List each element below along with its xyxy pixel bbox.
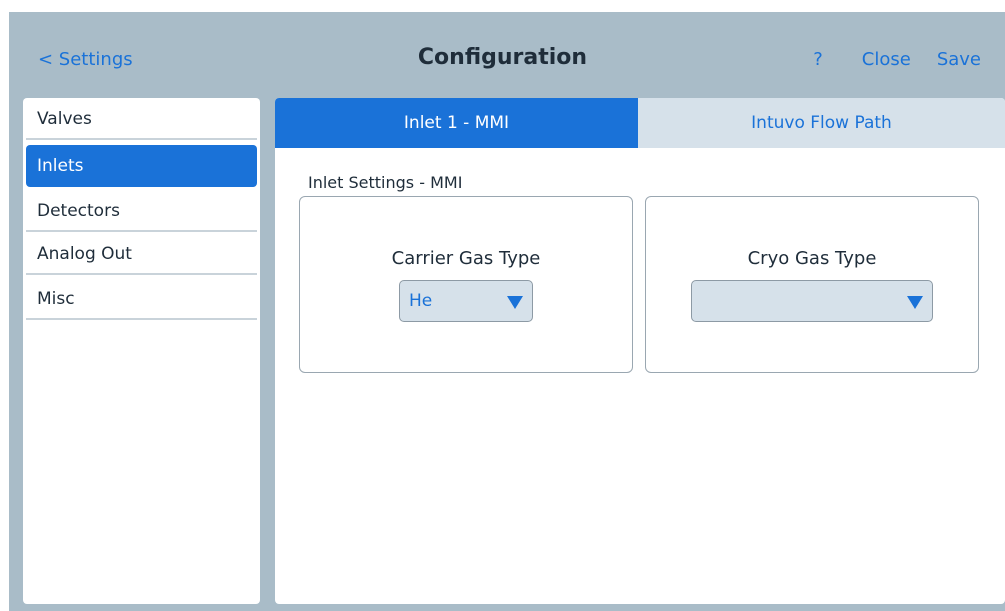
divider bbox=[26, 230, 257, 232]
sidebar-item-label: Valves bbox=[37, 109, 92, 129]
header-actions: ? Close Save bbox=[813, 49, 981, 70]
tab-bar: Inlet 1 - MMI Intuvo Flow Path bbox=[275, 98, 1005, 148]
tab-intuvo-flow-path[interactable]: Intuvo Flow Path bbox=[638, 98, 1005, 148]
sidebar-item-label: Detectors bbox=[37, 201, 120, 221]
carrier-gas-card: Carrier Gas Type He bbox=[299, 196, 633, 373]
divider bbox=[26, 138, 257, 140]
cryo-gas-card: Cryo Gas Type bbox=[645, 196, 979, 373]
divider bbox=[26, 273, 257, 275]
close-button[interactable]: Close bbox=[862, 49, 911, 70]
triangle-down-icon bbox=[907, 296, 923, 309]
save-button[interactable]: Save bbox=[937, 49, 981, 70]
sidebar-item-label: Misc bbox=[37, 289, 75, 309]
sidebar-item-misc[interactable]: Misc bbox=[23, 278, 260, 320]
sidebar-item-inlets[interactable]: Inlets bbox=[26, 145, 257, 187]
carrier-gas-select[interactable]: He bbox=[399, 280, 533, 322]
sidebar-item-analog-out[interactable]: Analog Out bbox=[23, 233, 260, 275]
sidebar: Valves Inlets Detectors Analog Out Misc bbox=[23, 98, 260, 604]
sidebar-item-valves[interactable]: Valves bbox=[23, 98, 260, 140]
sidebar-item-label: Inlets bbox=[37, 156, 84, 176]
cryo-gas-label: Cryo Gas Type bbox=[747, 248, 877, 269]
help-button[interactable]: ? bbox=[813, 49, 823, 70]
header-bar: < Settings Configuration ? Close Save bbox=[9, 12, 1005, 96]
tab-inlet-1-mmi[interactable]: Inlet 1 - MMI bbox=[275, 98, 638, 148]
triangle-down-icon bbox=[507, 296, 523, 309]
carrier-gas-label: Carrier Gas Type bbox=[391, 248, 541, 269]
sidebar-item-detectors[interactable]: Detectors bbox=[23, 190, 260, 232]
divider bbox=[26, 318, 257, 320]
configuration-screen: < Settings Configuration ? Close Save Va… bbox=[9, 12, 1005, 611]
cryo-gas-select[interactable] bbox=[691, 280, 933, 322]
sidebar-item-label: Analog Out bbox=[37, 244, 132, 264]
section-title: Inlet Settings - MMI bbox=[308, 173, 463, 192]
carrier-gas-value: He bbox=[409, 291, 433, 311]
main-panel: Inlet 1 - MMI Intuvo Flow Path Inlet Set… bbox=[275, 98, 1005, 604]
